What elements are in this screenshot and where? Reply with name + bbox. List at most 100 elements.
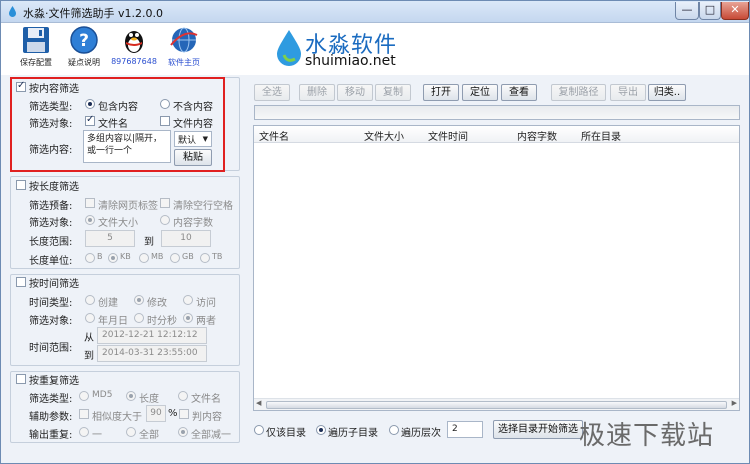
strip-whitespace-checkbox[interactable] xyxy=(160,198,170,208)
excludes-content-label: 不含内容 xyxy=(173,102,213,113)
time-type-label: 时间类型: xyxy=(29,298,73,309)
file-content-checkbox[interactable] xyxy=(160,116,170,126)
unit-tb-radio[interactable] xyxy=(200,253,210,263)
excludes-content-radio[interactable] xyxy=(160,99,170,109)
dup-filename-label: 文件名 xyxy=(191,394,221,405)
time-to-label: 到 xyxy=(84,351,94,362)
date-radio[interactable] xyxy=(85,313,95,323)
export-button[interactable]: 导出 xyxy=(610,84,646,101)
water-drop-logo-icon xyxy=(277,30,301,66)
similarity-checkbox[interactable] xyxy=(79,409,89,419)
contains-content-radio[interactable] xyxy=(85,99,95,109)
results-table[interactable]: 文件名 文件大小 文件时间 内容字数 所在目录 ◀ ▶ xyxy=(253,125,740,411)
column-header-filename[interactable]: 文件名 xyxy=(259,128,289,143)
time-to-input[interactable]: 2014-03-31 23:55:00 xyxy=(97,345,207,362)
modified-radio[interactable] xyxy=(134,295,144,305)
progress-bar xyxy=(254,105,740,120)
window-title: 水淼·文件筛选助手 v1.2.0.0 xyxy=(23,7,163,20)
length-preset-label: 筛选预备: xyxy=(29,201,73,212)
depth-input[interactable]: 2 xyxy=(447,421,483,438)
percent-label: % xyxy=(168,408,178,419)
length-from-input[interactable]: 5 xyxy=(85,230,135,247)
duplicate-filter-checkbox[interactable] xyxy=(16,374,26,384)
char-count-radio[interactable] xyxy=(160,215,170,225)
content-target-label: 筛选对象: xyxy=(29,119,73,130)
unit-gb-radio[interactable] xyxy=(170,253,180,263)
minimize-button[interactable]: — xyxy=(675,2,699,20)
column-header-filesize[interactable]: 文件大小 xyxy=(364,128,404,143)
column-header-charcount[interactable]: 内容字数 xyxy=(517,128,557,143)
duplicate-type-label: 筛选类型: xyxy=(29,394,73,405)
column-header-directory[interactable]: 所在目录 xyxy=(581,128,621,143)
unit-b-radio[interactable] xyxy=(85,253,95,263)
column-header-filetime[interactable]: 文件时间 xyxy=(428,128,468,143)
content-text-label: 筛选内容: xyxy=(29,145,73,156)
start-filter-button[interactable]: 选择目录开始筛选 xyxy=(493,420,583,439)
copy-path-button[interactable]: 复制路径 xyxy=(551,84,606,101)
accessed-radio[interactable] xyxy=(183,295,193,305)
view-button[interactable]: 查看 xyxy=(501,84,537,101)
recurse-depth-radio[interactable] xyxy=(389,425,399,435)
table-header: 文件名 文件大小 文件时间 内容字数 所在目录 xyxy=(254,126,739,143)
delete-button[interactable]: 删除 xyxy=(299,84,335,101)
unit-kb-radio[interactable] xyxy=(108,253,118,263)
time-filter-checkbox[interactable] xyxy=(16,277,26,287)
unit-mb-radio[interactable] xyxy=(139,253,149,263)
close-button[interactable]: ✕ xyxy=(721,2,749,20)
save-config-label: 保存配置 xyxy=(20,58,52,67)
modified-label: 修改 xyxy=(147,298,167,309)
content-filter-checkbox[interactable] xyxy=(16,80,26,92)
qq-label: 897687648 xyxy=(111,57,157,66)
filename-checkbox[interactable] xyxy=(85,114,95,126)
classify-button[interactable]: 归类.. xyxy=(648,84,686,101)
scroll-right-icon[interactable]: ▶ xyxy=(732,399,737,407)
output-all-label: 全部 xyxy=(139,430,159,441)
length-radio[interactable] xyxy=(126,391,136,401)
watermark-text: 极速下载站 xyxy=(579,421,715,451)
aux-params-label: 辅助参数: xyxy=(29,412,73,423)
content-text-input[interactable]: 多组内容以|隔开，或一行一个 xyxy=(83,130,171,163)
time-from-input[interactable]: 2012-12-21 12:12:12 xyxy=(97,327,207,344)
judge-content-checkbox[interactable] xyxy=(179,409,189,419)
dup-filename-radio[interactable] xyxy=(178,391,188,401)
help-icon: ? xyxy=(70,26,98,54)
unit-mb-label: MB xyxy=(151,252,164,261)
time-target-label: 筛选对象: xyxy=(29,316,73,327)
similarity-input[interactable]: 90 xyxy=(146,405,166,422)
unit-gb-label: GB xyxy=(182,252,194,261)
both-radio[interactable] xyxy=(183,313,193,323)
md5-radio[interactable] xyxy=(79,391,89,401)
scrollbar-thumb[interactable] xyxy=(266,401,727,409)
locate-button[interactable]: 定位 xyxy=(462,84,498,101)
accessed-label: 访问 xyxy=(196,298,216,309)
open-button[interactable]: 打开 xyxy=(423,84,459,101)
output-all-minus-one-label: 全部减一 xyxy=(191,430,231,441)
file-size-radio[interactable] xyxy=(85,215,95,225)
created-radio[interactable] xyxy=(85,295,95,305)
encoding-select[interactable]: 默认 ▼ xyxy=(174,131,212,147)
output-one-radio[interactable] xyxy=(79,427,89,437)
this-dir-only-radio[interactable] xyxy=(254,425,264,435)
file-size-label: 文件大小 xyxy=(98,218,138,229)
scroll-left-icon[interactable]: ◀ xyxy=(256,399,261,407)
time-radio[interactable] xyxy=(134,313,144,323)
length-filter-checkbox[interactable] xyxy=(16,180,26,190)
output-all-minus-one-radio[interactable] xyxy=(178,427,188,437)
horizontal-scrollbar[interactable]: ◀ ▶ xyxy=(254,398,739,410)
homepage-button[interactable]: 软件主页 xyxy=(159,25,209,68)
app-icon xyxy=(9,6,16,17)
faq-button[interactable]: ? 疑点说明 xyxy=(59,25,109,68)
copy-button[interactable]: 复制 xyxy=(375,84,411,101)
output-all-radio[interactable] xyxy=(126,427,136,437)
strip-html-checkbox[interactable] xyxy=(85,198,95,208)
select-all-button[interactable]: 全选 xyxy=(254,84,290,101)
unit-b-label: B xyxy=(97,252,103,261)
qq-button[interactable]: 897687648 xyxy=(109,25,159,66)
paste-button[interactable]: 粘贴 xyxy=(174,149,212,166)
content-filter-title: 按内容筛选 xyxy=(29,84,79,95)
save-config-button[interactable]: 保存配置 xyxy=(11,25,61,68)
recurse-subdirs-radio[interactable] xyxy=(316,425,326,435)
move-button[interactable]: 移动 xyxy=(337,84,373,101)
length-to-input[interactable]: 10 xyxy=(161,230,211,247)
maximize-button[interactable]: □ xyxy=(699,2,721,20)
